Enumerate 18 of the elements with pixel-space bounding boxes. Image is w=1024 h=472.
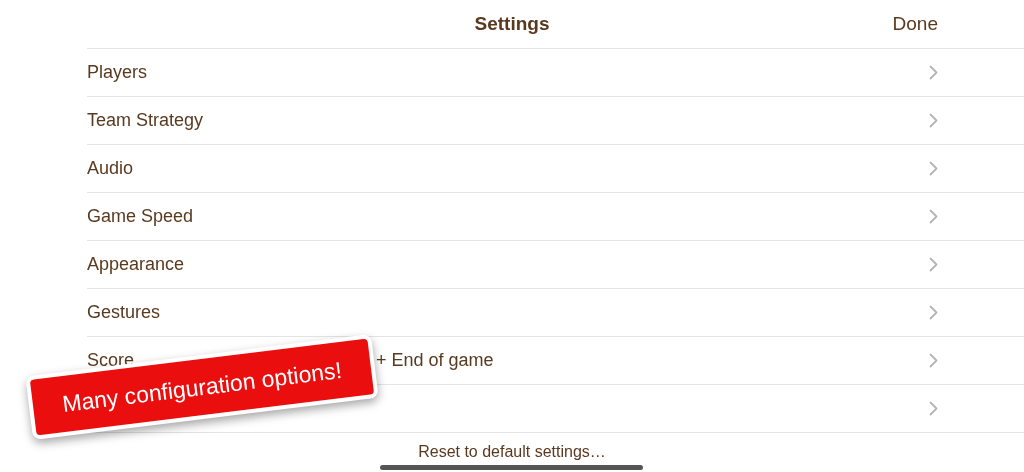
row-label: Game Speed bbox=[87, 206, 194, 227]
chevron-right-icon bbox=[929, 353, 938, 368]
chevron-right-icon bbox=[929, 161, 938, 176]
row-label: + End of game bbox=[376, 350, 494, 371]
row-label: Players bbox=[87, 62, 148, 83]
row-label: Audio bbox=[87, 158, 134, 179]
chevron-right-icon bbox=[929, 305, 938, 320]
row-label: Team Strategy bbox=[87, 110, 204, 131]
chevron-right-icon bbox=[929, 209, 938, 224]
row-label: Appearance bbox=[87, 254, 185, 275]
chevron-right-icon bbox=[929, 113, 938, 128]
chevron-right-icon bbox=[929, 65, 938, 80]
row-label: Gestures bbox=[87, 302, 161, 323]
reset-button[interactable]: Reset to default settings… bbox=[418, 443, 606, 461]
chevron-right-icon bbox=[929, 257, 938, 272]
done-button[interactable]: Done bbox=[892, 13, 938, 35]
chevron-right-icon bbox=[929, 401, 938, 416]
screen-title: Settings bbox=[474, 13, 550, 35]
